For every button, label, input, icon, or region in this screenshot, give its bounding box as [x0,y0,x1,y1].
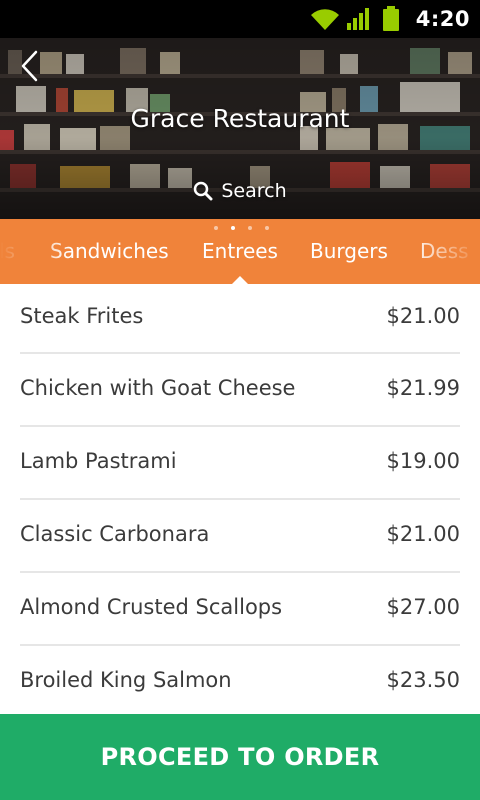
tab-entrees[interactable]: Entrees [202,239,278,263]
menu-item[interactable]: Chicken with Goat Cheese $21.99 [20,354,460,427]
restaurant-header: Grace Restaurant Search [0,38,480,219]
menu-item-name: Broiled King Salmon [20,668,232,692]
battery-icon [382,6,399,31]
menu-item-name: Chicken with Goat Cheese [20,376,296,400]
tab-salads[interactable]: ls [0,239,15,263]
menu-item-price: $19.00 [386,449,460,473]
menu-item-name: Steak Frites [20,304,144,328]
menu-item[interactable]: Lamb Pastrami $19.00 [20,427,460,500]
chevron-left-icon [21,50,38,82]
pager-dot [264,226,269,230]
status-bar: 4:20 [0,0,480,38]
status-time: 4:20 [415,7,470,31]
proceed-to-order-button[interactable]: PROCEED TO ORDER [0,714,480,800]
proceed-to-order-label: PROCEED TO ORDER [100,743,380,771]
menu-item[interactable]: Classic Carbonara $21.00 [20,500,460,573]
signal-icon [346,8,369,30]
menu-item-price: $27.00 [386,595,460,619]
tab-desserts[interactable]: Dess [420,239,469,263]
pager-dots [0,226,480,230]
menu-item-price: $21.00 [386,304,460,328]
pager-dot [213,226,218,230]
menu-item-price: $23.50 [386,668,460,692]
menu-item-name: Classic Carbonara [20,522,210,546]
tab-sandwiches[interactable]: Sandwiches [50,239,169,263]
menu-item[interactable]: Broiled King Salmon $23.50 [20,646,460,714]
search-label: Search [221,180,287,202]
menu-list: Steak Frites $21.00 Chicken with Goat Ch… [0,284,480,714]
menu-item-name: Almond Crusted Scallops [20,595,283,619]
menu-item-name: Lamb Pastrami [20,449,177,473]
active-tab-indicator [232,276,248,284]
menu-item[interactable]: Almond Crusted Scallops $27.00 [20,573,460,646]
pager-dot [247,226,252,230]
back-button[interactable] [10,44,50,88]
search-icon [194,181,213,201]
pager-dot-active [230,226,235,230]
category-tabs: ls Sandwiches Entrees Burgers Dess [0,219,480,284]
menu-item[interactable]: Steak Frites $21.00 [20,284,460,354]
menu-item-price: $21.99 [386,376,460,400]
status-icons: 4:20 [308,0,480,38]
menu-item-price: $21.00 [386,522,460,546]
wifi-icon [310,9,339,31]
restaurant-title: Grace Restaurant [130,104,350,133]
search-button[interactable]: Search [0,178,480,204]
tab-burgers[interactable]: Burgers [310,239,388,263]
